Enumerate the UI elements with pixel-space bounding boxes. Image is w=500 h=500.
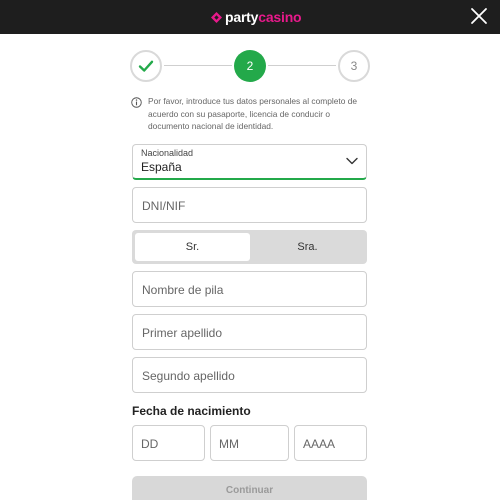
close-icon[interactable] xyxy=(468,5,490,27)
info-icon xyxy=(131,97,142,108)
birth-day-field[interactable]: DD xyxy=(132,425,205,461)
info-message: Por favor, introduce tus datos personale… xyxy=(131,95,371,133)
dni-field[interactable]: DNI/NIF xyxy=(132,187,367,223)
step-connector xyxy=(164,65,232,66)
step-3-pending: 3 xyxy=(338,50,370,82)
step-1-completed xyxy=(130,50,162,82)
info-text: Por favor, introduce tus datos personale… xyxy=(148,96,358,131)
progress-stepper: 2 3 xyxy=(130,50,370,82)
first-surname-placeholder: Primer apellido xyxy=(142,326,223,340)
step-2-current: 2 xyxy=(234,50,266,82)
gender-toggle: Sr. Sra. xyxy=(132,230,367,264)
second-surname-field[interactable]: Segundo apellido xyxy=(132,357,367,393)
partycasino-logo[interactable]: partycasino xyxy=(211,8,302,26)
birth-year-field[interactable]: AAAA xyxy=(294,425,367,461)
continue-button[interactable]: Continuar xyxy=(132,476,367,500)
nationality-caption: Nacionalidad xyxy=(141,148,194,158)
birth-month-placeholder: MM xyxy=(219,437,239,451)
gender-option-sr[interactable]: Sr. xyxy=(135,233,250,261)
step-connector xyxy=(268,65,336,66)
first-name-field[interactable]: Nombre de pila xyxy=(132,271,367,307)
nationality-select[interactable]: Nacionalidad España xyxy=(132,144,367,180)
logo-diamond-icon xyxy=(211,11,222,23)
second-surname-placeholder: Segundo apellido xyxy=(142,369,235,383)
birth-month-field[interactable]: MM xyxy=(210,425,289,461)
chevron-down-icon xyxy=(346,157,358,165)
birth-day-placeholder: DD xyxy=(141,437,159,451)
birthdate-title: Fecha de nacimiento xyxy=(132,404,251,418)
logo-text: partycasino xyxy=(225,9,302,25)
first-surname-field[interactable]: Primer apellido xyxy=(132,314,367,350)
nationality-value: España xyxy=(141,160,182,174)
first-name-placeholder: Nombre de pila xyxy=(142,283,224,297)
dni-placeholder: DNI/NIF xyxy=(142,199,186,213)
gender-option-sra[interactable]: Sra. xyxy=(250,233,365,261)
checkmark-icon xyxy=(138,60,154,72)
header-bar: partycasino xyxy=(0,0,500,34)
birth-year-placeholder: AAAA xyxy=(303,437,336,451)
